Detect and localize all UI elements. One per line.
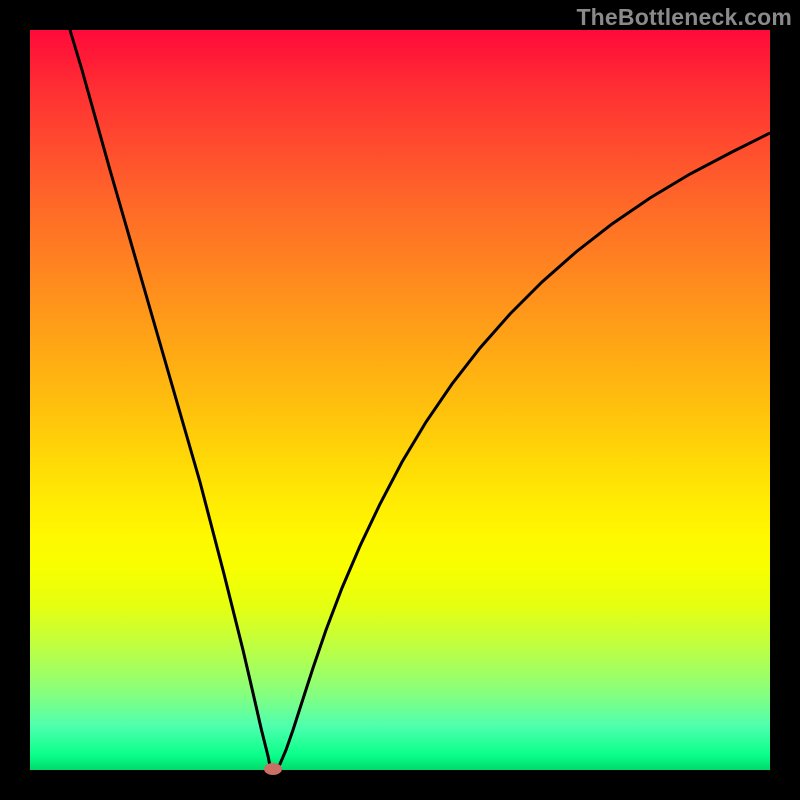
watermark-text: TheBottleneck.com bbox=[576, 4, 792, 31]
plot-area bbox=[30, 30, 770, 770]
bottleneck-curve bbox=[70, 30, 770, 769]
curve-svg bbox=[30, 30, 770, 770]
minimum-marker bbox=[264, 763, 282, 775]
chart-frame: TheBottleneck.com bbox=[0, 0, 800, 800]
